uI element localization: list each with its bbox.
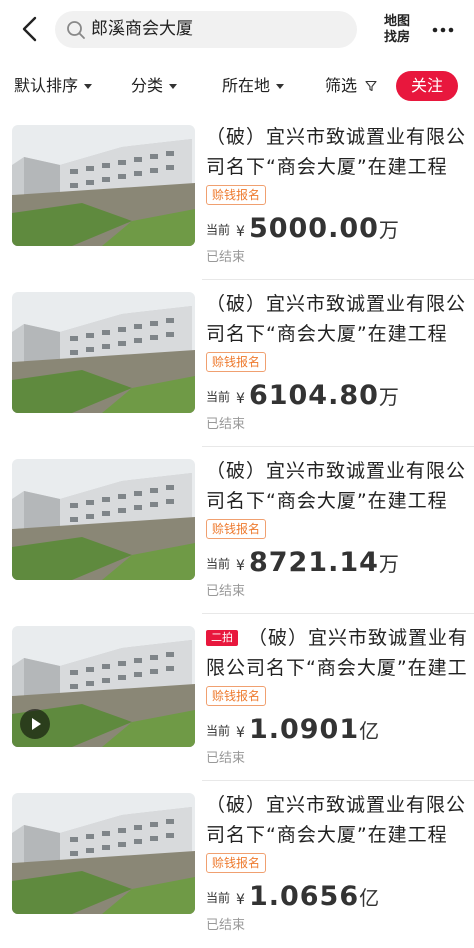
deposit-tag: 赊钱报名: [206, 352, 267, 372]
filter-button[interactable]: 筛选: [325, 60, 377, 112]
list-item[interactable]: （破）宜兴市致诚置业有限公司名下“商会大厦”在建工程 赊钱报名 当前 ¥1.065…: [0, 781, 474, 948]
list-item[interactable]: （破）宜兴市致诚置业有限公司名下“商会大厦”在建工程 赊钱报名 当前 ¥6104.…: [0, 280, 474, 447]
location-label: 所在地: [222, 76, 271, 95]
filter-label: 筛选: [325, 76, 358, 95]
price-unit: 万: [378, 218, 399, 242]
price-label: 当前: [206, 557, 231, 571]
filter-bar: 默认排序 分类 所在地 筛选 关注: [0, 60, 474, 112]
auction-status: 已结束: [206, 751, 246, 766]
price-row: 当前 ¥8721.14万: [206, 547, 399, 579]
map-label-line-1: 地图: [383, 14, 410, 29]
currency-symbol: ¥: [236, 558, 245, 574]
price-label: 当前: [206, 724, 231, 738]
building-photo: [12, 292, 195, 413]
funnel-icon: [365, 80, 377, 92]
caret-down-icon: [169, 84, 178, 89]
deposit-tag: 赊钱报名: [206, 519, 267, 539]
follow-button[interactable]: 关注: [396, 71, 458, 101]
deposit-tag: 赊钱报名: [206, 686, 267, 706]
more-options-icon[interactable]: [430, 20, 456, 40]
listing-title: （破）宜兴市致诚置业有限公司名下“商会大厦”在建工程: [206, 794, 467, 846]
category-dropdown[interactable]: 分类: [131, 60, 178, 112]
price-value: 1.0901: [248, 714, 360, 745]
auction-status: 已结束: [206, 584, 246, 599]
search-query-text[interactable]: 郎溪商会大厦: [91, 11, 193, 48]
price-label: 当前: [206, 390, 231, 404]
map-label-line-2: 找房: [383, 30, 410, 45]
category-label: 分类: [131, 76, 164, 95]
currency-symbol: ¥: [236, 892, 245, 908]
list-item[interactable]: 二拍（破）宜兴市致诚置业有限公司名下“商会大厦”在建工程 赊钱报名 当前 ¥1.0…: [0, 614, 474, 781]
listing-title: （破）宜兴市致诚置业有限公司名下“商会大厦”在建工程: [206, 293, 467, 345]
building-photo: [12, 125, 195, 246]
second-auction-badge: 二拍: [206, 630, 238, 646]
caret-down-icon: [84, 84, 93, 89]
building-photo: [12, 459, 195, 580]
listing-title-text: （破）宜兴市致诚置业有限公司名下“商会大厦”在建工程: [206, 627, 468, 679]
price-unit: 亿: [359, 886, 380, 910]
search-icon: [67, 21, 85, 39]
price-value: 6104.80: [248, 380, 379, 411]
list-item[interactable]: （破）宜兴市致诚置业有限公司名下“商会大厦”在建工程 赊钱报名 当前 ¥8721.…: [0, 447, 474, 614]
currency-symbol: ¥: [236, 224, 245, 240]
price-row: 当前 ¥1.0901亿: [206, 714, 379, 746]
list-item[interactable]: （破）宜兴市致诚置业有限公司名下“商会大厦”在建工程 赊钱报名 当前 ¥5000.…: [0, 113, 474, 280]
search-bar[interactable]: 郎溪商会大厦: [55, 11, 357, 48]
deposit-tag: 赊钱报名: [206, 853, 267, 873]
back-arrow-icon[interactable]: [16, 14, 46, 44]
deposit-tag: 赊钱报名: [206, 185, 267, 205]
location-dropdown[interactable]: 所在地: [222, 60, 285, 112]
sort-dropdown[interactable]: 默认排序: [14, 60, 93, 112]
price-unit: 亿: [359, 719, 380, 743]
map-search-button[interactable]: 地图 找房: [380, 14, 414, 46]
video-play-icon[interactable]: [20, 709, 50, 739]
building-photo: [12, 793, 195, 914]
price-value: 8721.14: [248, 547, 379, 578]
price-unit: 万: [378, 552, 399, 576]
listing-title: （破）宜兴市致诚置业有限公司名下“商会大厦”在建工程: [206, 460, 467, 512]
listing-title: （破）宜兴市致诚置业有限公司名下“商会大厦”在建工程: [206, 126, 467, 178]
building-photo: [12, 626, 195, 747]
price-row: 当前 ¥6104.80万: [206, 380, 399, 412]
auction-status: 已结束: [206, 250, 246, 265]
top-bar: 郎溪商会大厦 地图 找房: [0, 0, 474, 60]
auction-status: 已结束: [206, 417, 246, 432]
price-row: 当前 ¥5000.00万: [206, 213, 399, 245]
price-value: 5000.00: [248, 213, 379, 244]
price-label: 当前: [206, 223, 231, 237]
listing-title: 二拍（破）宜兴市致诚置业有限公司名下“商会大厦”在建工程: [206, 623, 468, 683]
price-row: 当前 ¥1.0656亿: [206, 881, 379, 913]
currency-symbol: ¥: [236, 725, 245, 741]
sort-label: 默认排序: [14, 76, 79, 95]
price-label: 当前: [206, 891, 231, 905]
price-unit: 万: [378, 385, 399, 409]
auction-status: 已结束: [206, 918, 246, 933]
caret-down-icon: [276, 84, 285, 89]
price-value: 1.0656: [248, 881, 360, 912]
currency-symbol: ¥: [236, 391, 245, 407]
